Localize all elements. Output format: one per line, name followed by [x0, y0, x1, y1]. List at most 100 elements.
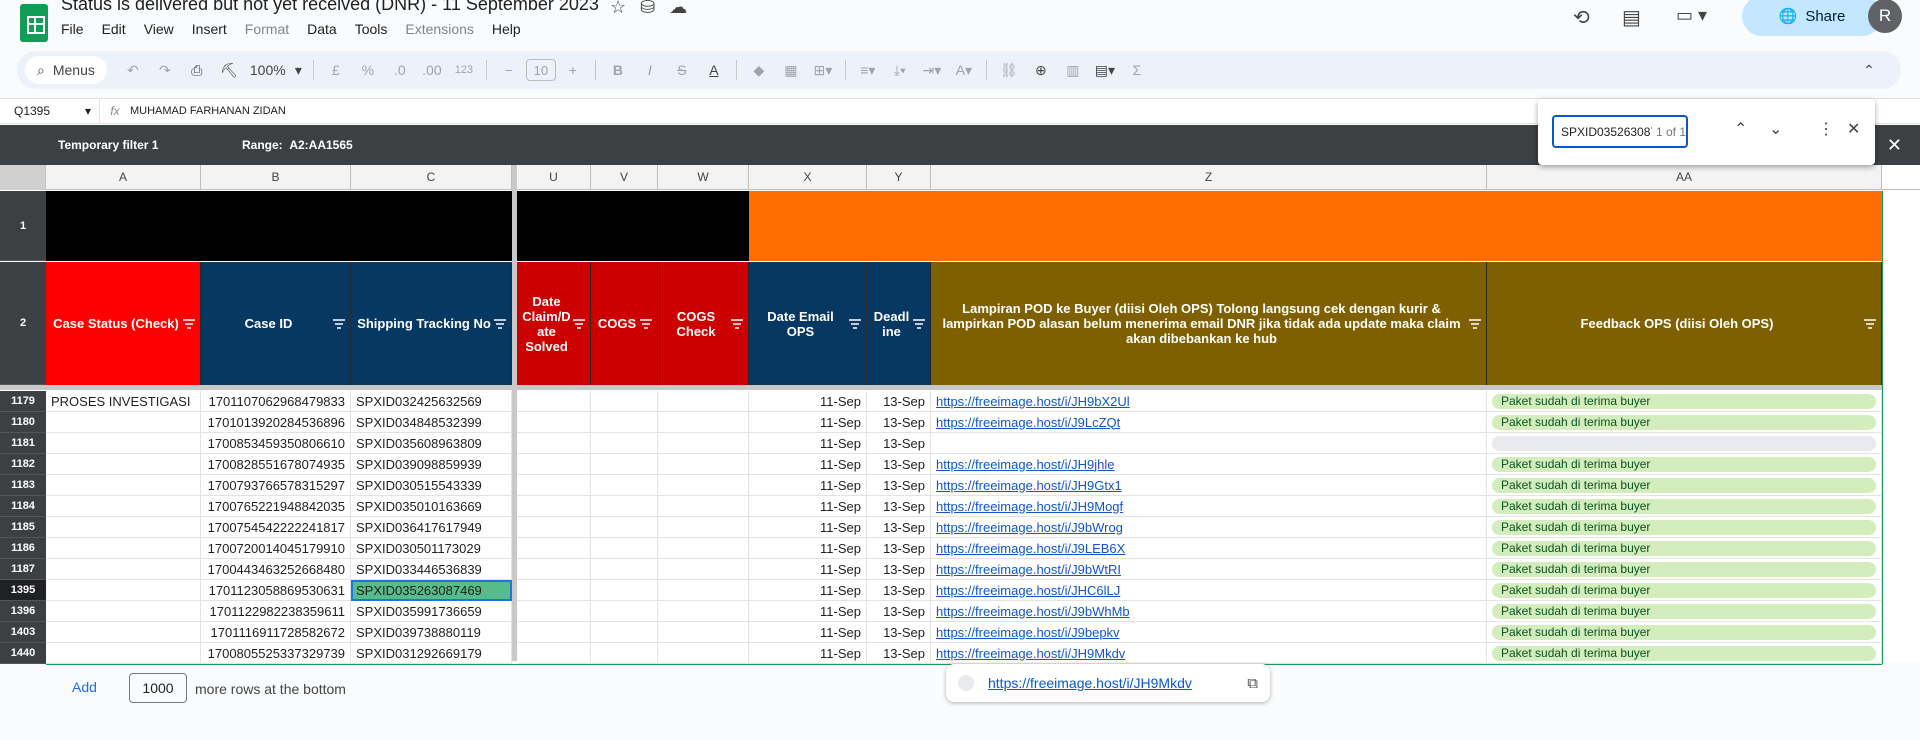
cell-b[interactable]: 1700828551678074935 — [201, 454, 351, 475]
header-v[interactable]: COGS — [591, 262, 658, 385]
row-header[interactable]: 1187 — [0, 559, 46, 580]
column-header-u[interactable]: U — [517, 165, 591, 190]
row-header[interactable]: 1183 — [0, 475, 46, 496]
pod-link[interactable]: https://freeimage.host/i/JHC6lLJ — [936, 583, 1120, 598]
filter-icon[interactable] — [494, 318, 506, 329]
decrease-decimal-button[interactable]: .0 — [385, 56, 415, 84]
strikethrough-icon[interactable]: S — [667, 56, 697, 84]
print-icon[interactable]: ⎙ — [182, 56, 212, 84]
menu-format[interactable]: Format — [245, 21, 298, 37]
more-options-icon[interactable]: ⋮ — [1818, 119, 1834, 139]
frozen-row-divider[interactable] — [0, 385, 1882, 390]
close-filter-view-icon[interactable]: ✕ — [1887, 135, 1902, 156]
header-x[interactable]: Date Email OPS — [749, 262, 867, 385]
cell-a[interactable] — [46, 622, 201, 643]
header-b[interactable]: Case ID — [201, 262, 351, 385]
row-header[interactable]: 1396 — [0, 601, 46, 622]
feedback-chip[interactable]: Paket sudah di terima buyer — [1492, 393, 1876, 409]
feedback-chip[interactable]: Paket sudah di terima buyer — [1492, 624, 1876, 640]
cell-u[interactable] — [517, 601, 591, 622]
increase-decimal-button[interactable]: .00 — [417, 56, 447, 84]
cell-c[interactable]: SPXID035010163669 — [351, 496, 512, 517]
cell-z[interactable]: https://freeimage.host/i/JHC6lLJ — [931, 580, 1487, 601]
meet-icon[interactable]: ▭ ▾ — [1676, 5, 1707, 26]
zoom-select[interactable]: 100% ▾ — [246, 56, 306, 84]
cell-x[interactable]: 11-Sep — [749, 580, 867, 601]
cell-v[interactable] — [591, 601, 658, 622]
cell-aa[interactable]: Paket sudah di terima buyer — [1487, 412, 1882, 433]
row-header[interactable]: 1186 — [0, 538, 46, 559]
menu-insert[interactable]: Insert — [192, 21, 236, 37]
cell-c[interactable]: SPXID032425632569 — [351, 391, 512, 412]
borders-icon[interactable]: ▦ — [776, 56, 806, 84]
filter-view-name[interactable]: Temporary filter 1 — [58, 138, 158, 152]
column-header-w[interactable]: W — [658, 165, 749, 190]
cell-aa[interactable]: Paket sudah di terima buyer — [1487, 517, 1882, 538]
cell-aa[interactable]: Paket sudah di terima buyer — [1487, 643, 1882, 664]
close-icon[interactable]: ✕ — [1847, 119, 1860, 139]
pod-link[interactable]: https://freeimage.host/i/JH9Mkdv — [936, 646, 1125, 661]
cell-y[interactable]: 13-Sep — [867, 433, 931, 454]
cell-w[interactable] — [658, 601, 749, 622]
cell-z[interactable]: https://freeimage.host/i/J9LEB6X — [931, 538, 1487, 559]
chevron-down-icon[interactable]: ⌄ — [1769, 119, 1782, 139]
cell-y[interactable]: 13-Sep — [867, 475, 931, 496]
cell-y[interactable]: 13-Sep — [867, 391, 931, 412]
cell-x[interactable]: 11-Sep — [749, 538, 867, 559]
row-header[interactable]: 1179 — [0, 391, 46, 412]
cell-z[interactable]: https://freeimage.host/i/J9bWrog — [931, 517, 1487, 538]
rows-count-input[interactable]: 1000 — [129, 673, 187, 703]
column-header-b[interactable]: B — [201, 165, 351, 190]
filter-icon[interactable] — [731, 318, 743, 329]
column-header-c[interactable]: C — [351, 165, 512, 190]
filter-icon[interactable] — [640, 318, 652, 329]
cell-w[interactable] — [658, 496, 749, 517]
cell-a[interactable] — [46, 538, 201, 559]
tooltip-link[interactable]: https://freeimage.host/i/JH9Mkdv — [988, 675, 1192, 691]
cell-y[interactable]: 13-Sep — [867, 412, 931, 433]
row-header[interactable]: 1440 — [0, 643, 46, 664]
cell-x[interactable]: 11-Sep — [749, 412, 867, 433]
cell-a[interactable] — [46, 559, 201, 580]
menu-data[interactable]: Data — [307, 21, 346, 37]
number-format-button[interactable]: 123 — [449, 56, 479, 84]
cell-u[interactable] — [517, 538, 591, 559]
column-header-x[interactable]: X — [749, 165, 867, 190]
cell-w[interactable] — [658, 433, 749, 454]
row-header[interactable]: 1395 — [0, 580, 46, 601]
cell-y[interactable]: 13-Sep — [867, 580, 931, 601]
filter-icon[interactable] — [573, 318, 585, 329]
cell-aa[interactable]: Paket sudah di terima buyer — [1487, 622, 1882, 643]
copy-link-icon[interactable]: ⧉ — [1247, 675, 1258, 692]
name-box[interactable]: Q1395 ▾ — [0, 99, 100, 123]
formula-input[interactable]: MUHAMAD FARHANAN ZIDAN — [130, 105, 286, 117]
cell-u[interactable] — [517, 391, 591, 412]
cell-x[interactable]: 11-Sep — [749, 517, 867, 538]
cell-aa[interactable]: Paket sudah di terima buyer — [1487, 538, 1882, 559]
cell-z[interactable]: https://freeimage.host/i/J9bepkv — [931, 622, 1487, 643]
row-header[interactable]: 1180 — [0, 412, 46, 433]
feedback-chip[interactable] — [1492, 435, 1876, 451]
cell-x[interactable]: 11-Sep — [749, 496, 867, 517]
redo-icon[interactable]: ↷ — [150, 56, 180, 84]
feedback-chip[interactable]: Paket sudah di terima buyer — [1492, 477, 1876, 493]
cell-w[interactable] — [658, 412, 749, 433]
text-color-icon[interactable]: A — [699, 56, 729, 84]
feedback-chip[interactable]: Paket sudah di terima buyer — [1492, 540, 1876, 556]
cell-u[interactable] — [517, 496, 591, 517]
cell-b[interactable]: 1701116911728582672 — [201, 622, 351, 643]
cell-z[interactable]: https://freeimage.host/i/JH9Gtx1 — [931, 475, 1487, 496]
cell-x[interactable]: 11-Sep — [749, 559, 867, 580]
cell-x[interactable]: 11-Sep — [749, 643, 867, 664]
pod-link[interactable]: https://freeimage.host/i/J9bWrog — [936, 520, 1123, 535]
cell-y[interactable]: 13-Sep — [867, 517, 931, 538]
cell-u[interactable] — [517, 517, 591, 538]
paint-format-icon[interactable]: ⛏ — [214, 56, 244, 84]
column-header-a[interactable]: A — [46, 165, 201, 190]
column-header-v[interactable]: V — [591, 165, 658, 190]
horizontal-align-icon[interactable]: ≡▾ — [853, 56, 883, 84]
merge-cells-icon[interactable]: ⊞▾ — [808, 56, 838, 84]
column-header-aa[interactable]: AA — [1487, 165, 1882, 190]
cell-w[interactable] — [658, 538, 749, 559]
cloud-status-icon[interactable]: ☁ — [669, 0, 687, 18]
